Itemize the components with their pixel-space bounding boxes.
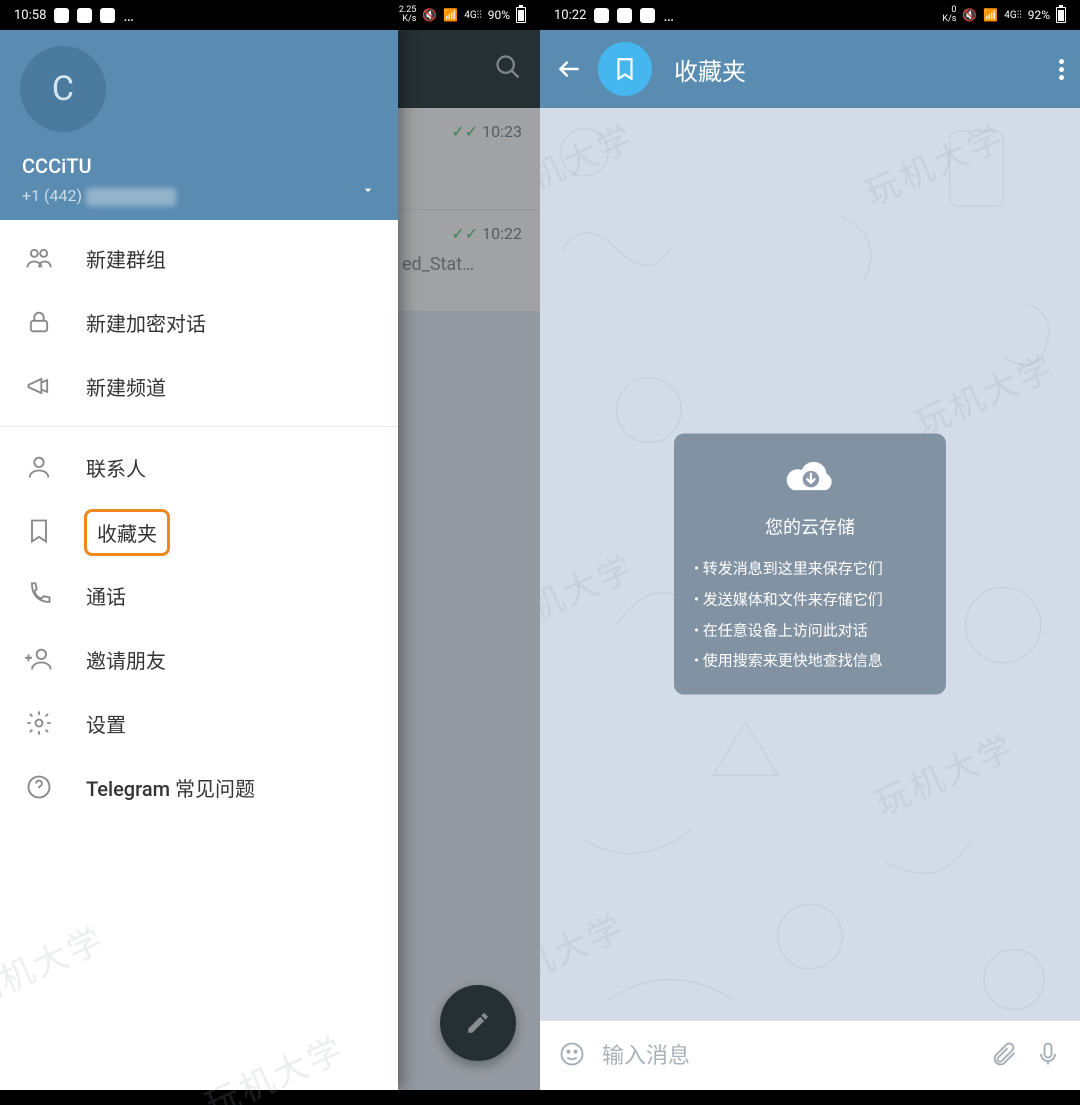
- status-app-icon: [617, 8, 632, 23]
- status-app-icon: [100, 8, 115, 23]
- call-icon: [24, 580, 54, 610]
- menu-label: 新建加密对话: [86, 308, 206, 337]
- megaphone-icon: [24, 371, 54, 401]
- info-heading: 您的云存储: [690, 514, 930, 540]
- android-nav-bar: [0, 1090, 540, 1105]
- status-app-icon: [594, 8, 609, 23]
- gear-icon: [24, 708, 54, 738]
- menu-label: 通话: [86, 581, 126, 610]
- cloud-download-icon: [780, 454, 840, 498]
- mic-button[interactable]: [1034, 1040, 1062, 1072]
- status-app-icon: [640, 8, 655, 23]
- wifi-icon: 📶: [443, 8, 458, 22]
- menu-invite-friends[interactable]: 邀请朋友: [0, 627, 398, 691]
- menu-label: 新建群组: [86, 244, 166, 273]
- info-bullets: 转发消息到这里来保存它们 发送媒体和文件来存储它们 在任意设备上访问此对话 使用…: [690, 554, 930, 677]
- drawer-header[interactable]: C CCCiTU +1 (442): [0, 30, 398, 220]
- menu-new-channel[interactable]: 新建频道: [0, 354, 398, 418]
- mute-icon: 🔇: [422, 8, 437, 22]
- nav-drawer: C CCCiTU +1 (442) 新建群组 新建加密对话 新建频道: [0, 30, 398, 1090]
- status-net-speed: 0K/s: [942, 6, 956, 24]
- mute-icon: 🔇: [962, 8, 977, 22]
- message-input[interactable]: [602, 1043, 974, 1069]
- account-name: CCCiTU: [22, 154, 92, 178]
- account-phone: +1 (442): [22, 186, 176, 206]
- help-icon: [24, 772, 54, 802]
- attach-button[interactable]: [990, 1040, 1018, 1072]
- status-time: 10:22: [554, 8, 586, 23]
- battery-icon: [516, 7, 526, 23]
- menu-new-secret-chat[interactable]: 新建加密对话: [0, 290, 398, 354]
- saved-messages-avatar[interactable]: [598, 42, 652, 96]
- status-bar: 10:22 0K/s 🔇 📶 4G⫶⫶ 92%: [540, 0, 1080, 30]
- status-battery-pct: 92%: [1028, 8, 1050, 22]
- chat-header: 收藏夹: [540, 30, 1080, 108]
- message-input-bar: [540, 1020, 1080, 1090]
- avatar: C: [20, 46, 106, 132]
- battery-icon: [1056, 7, 1066, 23]
- status-bar: 10:58 2.25K/s 🔇 📶 4G⫶⫶ 90%: [0, 0, 540, 30]
- drawer-menu: 新建群组 新建加密对话 新建频道 联系人 收藏夹: [0, 220, 398, 819]
- more-button[interactable]: [1059, 56, 1064, 83]
- menu-calls[interactable]: 通话: [0, 563, 398, 627]
- status-app-icon: [77, 8, 92, 23]
- menu-label: 新建频道: [86, 372, 166, 401]
- chat-body[interactable]: 您的云存储 转发消息到这里来保存它们 发送媒体和文件来存储它们 在任意设备上访问…: [540, 108, 1080, 1020]
- menu-label: 联系人: [86, 453, 146, 482]
- signal-icon: 4G⫶⫶: [1004, 10, 1021, 21]
- group-icon: [24, 243, 54, 273]
- android-nav-bar: [540, 1090, 1080, 1105]
- cloud-info-card: 您的云存储 转发消息到这里来保存它们 发送媒体和文件来存储它们 在任意设备上访问…: [674, 434, 946, 695]
- arrow-left-icon: [556, 56, 582, 82]
- status-more-icon: [123, 6, 134, 25]
- status-app-icon: [54, 8, 69, 23]
- lock-icon: [24, 307, 54, 337]
- status-time: 10:58: [14, 8, 46, 23]
- menu-label: Telegram 常见问题: [86, 773, 255, 802]
- menu-faq[interactable]: Telegram 常见问题: [0, 755, 398, 819]
- menu-contacts[interactable]: 联系人: [0, 435, 398, 499]
- menu-new-group[interactable]: 新建群组: [0, 226, 398, 290]
- signal-icon: 4G⫶⫶: [464, 10, 481, 21]
- status-more-icon: [663, 6, 674, 25]
- phone-right: 收藏夹 您的云存储: [540, 0, 1080, 1105]
- status-net-speed: 2.25K/s: [399, 6, 417, 24]
- emoji-button[interactable]: [558, 1040, 586, 1072]
- person-icon: [24, 452, 54, 482]
- back-button[interactable]: [556, 56, 582, 82]
- wifi-icon: 📶: [983, 8, 998, 22]
- status-battery-pct: 90%: [488, 8, 510, 22]
- menu-label: 设置: [86, 709, 126, 738]
- bookmark-icon: [612, 56, 638, 82]
- menu-label-highlighted: 收藏夹: [84, 509, 170, 556]
- chevron-down-icon[interactable]: [360, 182, 376, 202]
- menu-saved-messages[interactable]: 收藏夹: [0, 499, 398, 563]
- bookmark-icon: [24, 516, 54, 546]
- invite-icon: [24, 644, 54, 674]
- menu-label: 邀请朋友: [86, 645, 166, 674]
- chat-title: 收藏夹: [674, 52, 746, 87]
- phone-left: ✓✓ 10:23 ✓✓ 10:22 ed_Stat… C CCCiTU +1 (…: [0, 0, 540, 1105]
- menu-settings[interactable]: 设置: [0, 691, 398, 755]
- divider: [0, 426, 398, 427]
